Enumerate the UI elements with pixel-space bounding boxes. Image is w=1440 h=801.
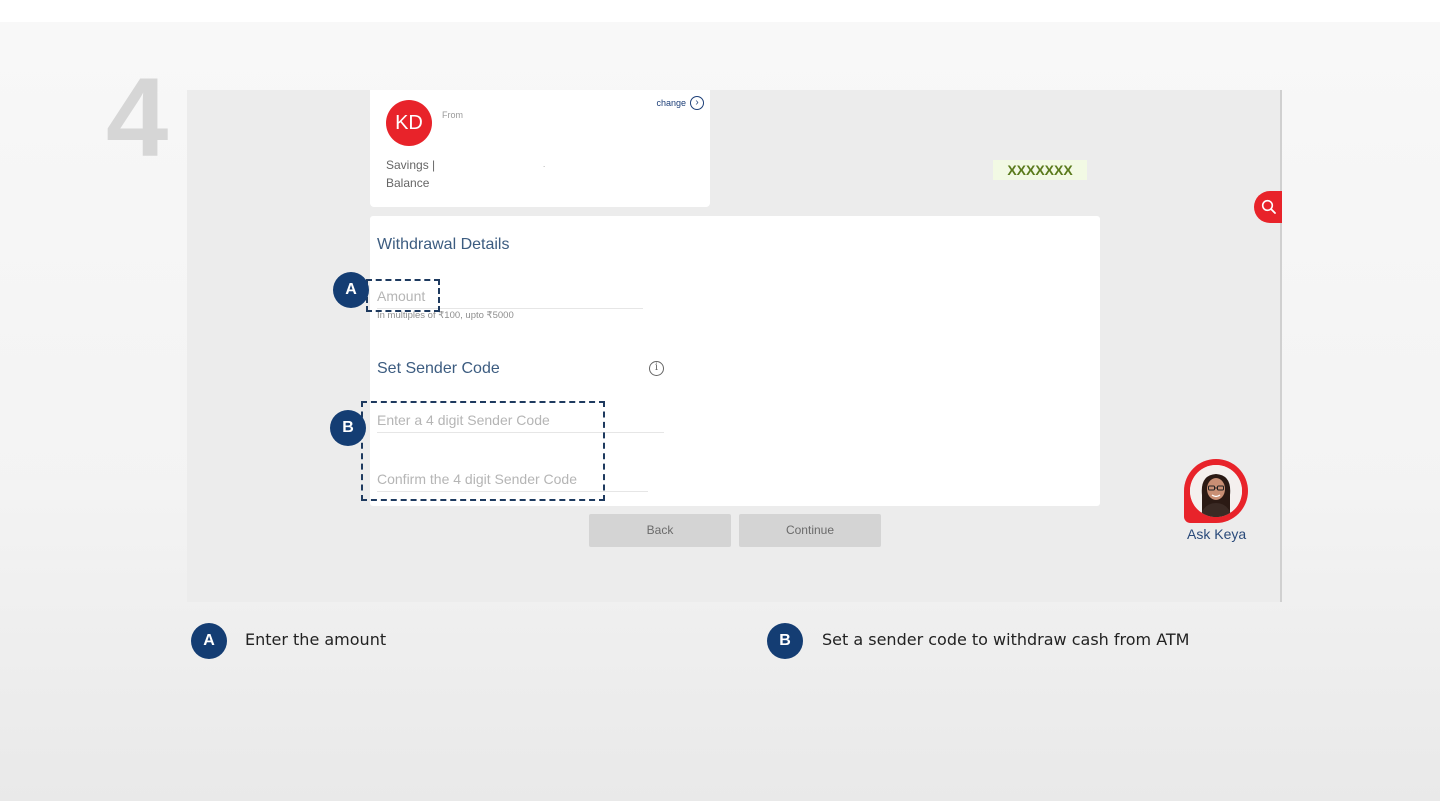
assistant-avatar-icon xyxy=(1190,465,1242,517)
account-card: KD From change › Savings | . Balance xyxy=(370,90,710,207)
legend-marker-a: A xyxy=(191,623,227,659)
account-type: Savings | xyxy=(386,158,436,172)
chevron-right-icon: › xyxy=(690,96,704,110)
annotation-box-b xyxy=(361,401,605,501)
ask-keya-button[interactable] xyxy=(1184,459,1248,523)
masked-account-number: XXXXXXX xyxy=(993,160,1087,180)
annotation-marker-b: B xyxy=(330,410,366,446)
change-account-link[interactable]: change › xyxy=(656,96,704,110)
search-icon xyxy=(1261,199,1276,214)
legend-text-b: Set a sender code to withdraw cash from … xyxy=(822,630,1190,649)
withdrawal-details-title: Withdrawal Details xyxy=(377,236,510,253)
annotation-box-a xyxy=(366,279,440,312)
back-button[interactable]: Back xyxy=(589,514,731,547)
info-icon[interactable]: i xyxy=(649,361,664,376)
frame-scrollbar xyxy=(1280,90,1282,602)
legend-marker-b: B xyxy=(767,623,803,659)
account-dot: . xyxy=(543,160,546,169)
ask-keya-label[interactable]: Ask Keya xyxy=(1187,526,1246,542)
from-label: From xyxy=(442,110,463,120)
change-label: change xyxy=(656,98,686,108)
account-balance-label: Balance xyxy=(386,176,430,190)
annotation-marker-a: A xyxy=(333,272,369,308)
avatar: KD xyxy=(386,100,432,146)
step-number: 4 xyxy=(106,55,169,180)
search-button[interactable] xyxy=(1254,191,1282,223)
sender-code-title: Set Sender Code xyxy=(377,360,500,377)
continue-button[interactable]: Continue xyxy=(739,514,881,547)
legend-text-a: Enter the amount xyxy=(245,630,387,649)
keya-avatar xyxy=(1190,465,1242,517)
